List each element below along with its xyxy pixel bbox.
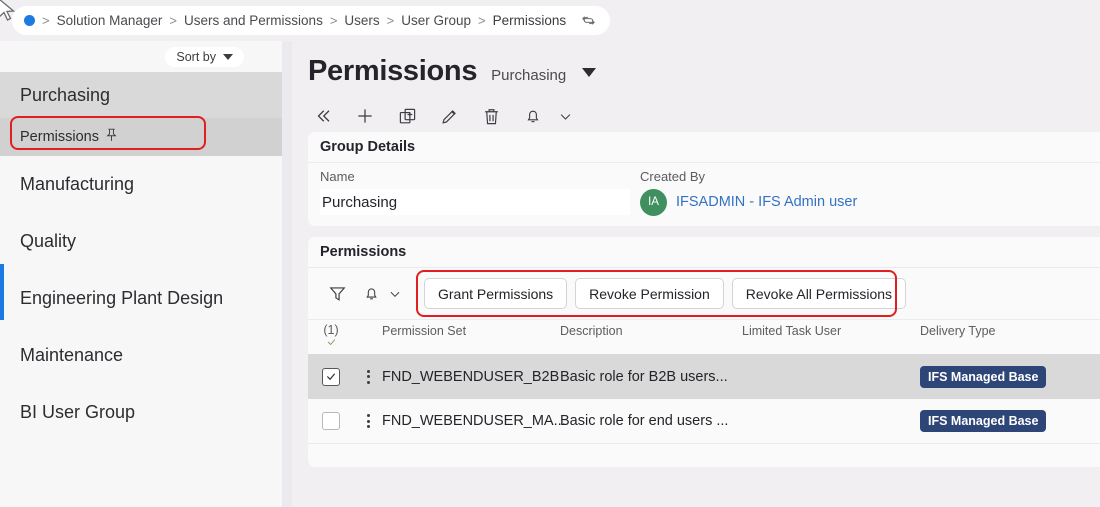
pin-icon[interactable]: [105, 128, 118, 146]
row-checkbox[interactable]: [322, 367, 340, 386]
cell-description: Basic role for B2B users...: [560, 368, 728, 385]
sidebar-item-engineering-plant-design[interactable]: Engineering Plant Design: [0, 270, 282, 327]
permissions-toolbar: Grant Permissions Revoke Permission Revo…: [308, 268, 1100, 319]
status-dot-icon: [24, 15, 35, 26]
sidebar-item-label: Quality: [20, 231, 77, 251]
page-title: Permissions: [308, 55, 478, 87]
sidebar-item-permissions[interactable]: Permissions: [0, 118, 282, 156]
bell-icon[interactable]: [360, 283, 382, 305]
breadcrumb-separator: >: [329, 13, 338, 28]
group-details-card: Group Details Name Purchasing Created By…: [308, 132, 1100, 226]
permissions-table: (1) Permission Set Description Limited T…: [308, 319, 1100, 444]
table-header-row: (1) Permission Set Description Limited T…: [308, 319, 1100, 354]
breadcrumb-separator: >: [169, 13, 178, 28]
sidebar-item-bi-user-group[interactable]: BI User Group: [0, 384, 282, 441]
collapse-icon[interactable]: [312, 105, 334, 127]
cell-delivery-type: IFS Managed Base: [920, 410, 1090, 432]
sidebar-group-label: Purchasing: [20, 84, 111, 105]
breadcrumb: > Solution Manager > Users and Permissio…: [12, 6, 611, 35]
sort-by-label: Sort by: [176, 49, 216, 64]
table-row[interactable]: FND_WEBENDUSER_B2B Basic role for B2B us…: [308, 354, 1100, 399]
main-content: Permissions Purchasing Group Details Nam…: [292, 41, 1100, 507]
delete-icon[interactable]: [480, 105, 502, 127]
created-by-field-group: Created By IA IFSADMIN - IFS Admin user: [630, 163, 1050, 225]
sidebar-sort-row: Sort by: [0, 41, 282, 72]
created-by-label: Created By: [640, 169, 706, 184]
grant-permissions-button[interactable]: Grant Permissions: [424, 278, 568, 309]
sidebar-gutter: [282, 41, 292, 507]
row-menu-icon[interactable]: [354, 369, 382, 384]
group-details-title: Group Details: [308, 132, 1100, 163]
name-input[interactable]: Purchasing: [320, 189, 630, 215]
edit-icon[interactable]: [438, 105, 460, 127]
page-toolbar: [292, 88, 1100, 132]
table-row[interactable]: FND_WEBENDUSER_MA... Basic role for end …: [308, 399, 1100, 444]
sidebar-item-quality[interactable]: Quality: [0, 213, 282, 270]
mouse-cursor: [0, 0, 16, 21]
page-subtitle: Purchasing: [491, 67, 567, 84]
permission-action-buttons: Grant Permissions Revoke Permission Revo…: [424, 278, 907, 309]
cell-permission-set: FND_WEBENDUSER_MA...: [382, 413, 566, 429]
cell-description: Basic role for end users ...: [560, 413, 729, 429]
breadcrumb-item-users-and-permissions[interactable]: Users and Permissions: [184, 13, 323, 28]
selected-count-label: (1): [323, 323, 339, 337]
breadcrumb-item-user-group[interactable]: User Group: [401, 13, 471, 28]
breadcrumb-item-solution-manager[interactable]: Solution Manager: [57, 13, 163, 28]
top-breadcrumb-bar: > Solution Manager > Users and Permissio…: [0, 0, 1100, 41]
sidebar-active-accent-bar: [0, 264, 4, 320]
cell-permission-set: FND_WEBENDUSER_B2B: [382, 368, 560, 385]
status-badge: IFS Managed Base: [920, 365, 1047, 388]
select-all-check-icon[interactable]: [308, 337, 354, 348]
breadcrumb-item-users[interactable]: Users: [344, 13, 379, 28]
row-menu-icon[interactable]: [354, 414, 382, 428]
breadcrumb-item-permissions[interactable]: Permissions: [493, 13, 567, 28]
created-by-link[interactable]: IFSADMIN - IFS Admin user: [676, 194, 857, 210]
breadcrumb-separator: >: [386, 13, 395, 28]
row-checkbox[interactable]: [322, 412, 340, 430]
breadcrumb-separator: >: [478, 13, 486, 28]
sidebar-item-label: Manufacturing: [20, 174, 135, 194]
column-header-limited-task-user[interactable]: Limited Task User: [742, 323, 920, 338]
filter-icon[interactable]: [326, 283, 348, 305]
sidebar-item-label: Engineering Plant Design: [20, 288, 224, 308]
revoke-all-permissions-button[interactable]: Revoke All Permissions: [731, 278, 907, 309]
permissions-card: Permissions Grant Permissions Revoke Per…: [308, 237, 1100, 467]
name-label: Name: [320, 169, 355, 184]
avatar: IA: [640, 188, 667, 216]
column-header-delivery-type[interactable]: Delivery Type: [920, 323, 1090, 338]
plus-icon[interactable]: [354, 105, 376, 127]
breadcrumb-separator: >: [42, 13, 50, 28]
column-header-description[interactable]: Description: [560, 323, 742, 338]
sidebar-item-maintenance[interactable]: Maintenance: [0, 327, 282, 384]
bell-icon[interactable]: [522, 105, 544, 127]
sidebar-item-label: Maintenance: [20, 345, 124, 365]
cell-delivery-type: IFS Managed Base: [920, 365, 1090, 388]
caret-down-icon[interactable]: [582, 68, 597, 77]
sidebar-item-label: Permissions: [20, 129, 99, 145]
chevron-down-icon[interactable]: [554, 105, 576, 127]
name-field-group: Name Purchasing: [308, 163, 630, 225]
refresh-icon[interactable]: [581, 13, 596, 28]
sidebar-item-manufacturing[interactable]: Manufacturing: [0, 156, 282, 213]
page-header: Permissions Purchasing: [292, 41, 1100, 88]
sidebar-item-label: BI User Group: [20, 402, 136, 422]
status-badge: IFS Managed Base: [920, 410, 1047, 432]
sidebar-group-purchasing[interactable]: Purchasing Permissions: [0, 72, 282, 156]
sidebar: Sort by Purchasing Permissions Manufactu…: [0, 41, 282, 507]
chevron-down-icon: [223, 53, 233, 60]
revoke-permission-button[interactable]: Revoke Permission: [575, 278, 724, 309]
column-header-permission-set[interactable]: Permission Set: [382, 323, 560, 338]
duplicate-icon[interactable]: [396, 105, 418, 127]
chevron-down-icon[interactable]: [388, 283, 402, 305]
sort-by-button[interactable]: Sort by: [165, 46, 244, 67]
permissions-title: Permissions: [308, 237, 1100, 268]
